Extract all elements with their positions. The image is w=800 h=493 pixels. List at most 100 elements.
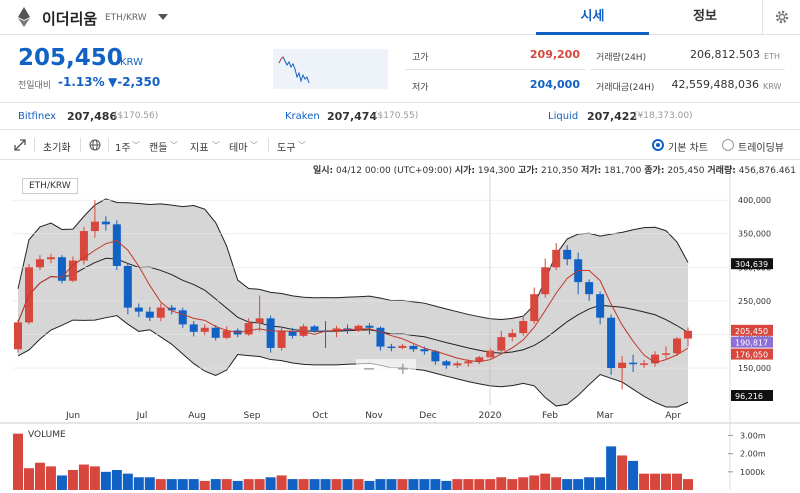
volume-bar (573, 479, 584, 490)
candle-body (178, 310, 187, 325)
candle-body (123, 265, 132, 308)
zoom-out-icon[interactable]: − (362, 359, 375, 378)
candle-body (101, 221, 110, 225)
candle-body (244, 323, 253, 335)
candle-body (541, 267, 550, 295)
exchange-usd: ($170.56) (114, 111, 159, 121)
volume-tick-label: 1000k (740, 468, 765, 477)
globe-icon[interactable] (89, 139, 101, 151)
zoom-in-icon[interactable]: + (396, 359, 409, 378)
theme-select[interactable]: 테마 (229, 139, 247, 154)
period-select[interactable]: 1주 (115, 139, 131, 154)
tab-quote[interactable]: 시세 (536, 0, 649, 35)
volume-bar (375, 479, 386, 490)
top-bar: 이더리움 ETH/KRW 시세 정보 (0, 0, 800, 35)
volume-bar (540, 473, 551, 490)
candle-body (189, 324, 198, 332)
candle-body (14, 322, 22, 350)
candle-body (277, 331, 286, 348)
candle-body (35, 259, 44, 268)
candle-body (431, 351, 440, 362)
volume-bar (463, 479, 474, 490)
reset-button[interactable]: 초기화 (43, 139, 71, 154)
volume-bar (650, 473, 661, 490)
amount-value: 42,559,488,036 (671, 78, 759, 91)
volume-bar (562, 479, 573, 490)
volume-bar (342, 479, 353, 490)
settings-button[interactable] (762, 0, 800, 35)
indicator-select[interactable]: 지표 (190, 139, 208, 154)
exchange-name[interactable]: Liquid (548, 111, 578, 122)
exchange-price: 207,422 (587, 110, 638, 123)
candle-body (46, 257, 55, 260)
coin-name[interactable]: 이더리움 (42, 8, 97, 29)
exchange-price: 207,486 (67, 110, 118, 123)
y-tick-label: 250,000 (738, 297, 771, 306)
volume-bar (672, 473, 683, 490)
change-percent: -1.13% (58, 75, 105, 89)
tradingview-radio[interactable] (722, 139, 734, 151)
expand-icon[interactable] (14, 139, 26, 151)
volume-bar (67, 470, 78, 490)
volume-bar (155, 479, 166, 490)
price-chart[interactable]: 400,000350,000300,000250,000200,000150,0… (0, 160, 800, 493)
toolbar-divider (268, 138, 269, 152)
volume-bar (331, 479, 342, 490)
candle-body (673, 338, 682, 354)
candle-body (453, 363, 462, 366)
volume-bar (276, 475, 287, 490)
x-tick-label: Oct (312, 411, 328, 421)
price-tag-label: 205,450 (735, 327, 768, 336)
chart-type-select[interactable]: 캔들 (149, 139, 167, 154)
volume-bar (683, 479, 693, 490)
x-tick-label: Jul (136, 411, 148, 421)
zoom-control[interactable]: − + (356, 359, 416, 379)
volume-bar (13, 433, 23, 490)
candle-body (464, 361, 473, 364)
volume-bar (188, 479, 199, 490)
candle-body (420, 349, 429, 352)
price-unit: KRW (120, 57, 143, 68)
high-value: 209,200 (529, 48, 580, 61)
price-tag-label: 304,639 (735, 260, 768, 269)
exchange-name[interactable]: Kraken (285, 111, 320, 122)
price-tag-label: 176,050 (735, 351, 768, 360)
y-tick-label: 350,000 (738, 230, 771, 239)
tradingview-label[interactable]: 트레이딩뷰 (738, 139, 784, 154)
chevron-down-icon: ﹀ (132, 141, 140, 150)
volume-bar (518, 477, 529, 490)
tab-info[interactable]: 정보 (649, 0, 761, 35)
candle-body (662, 353, 671, 355)
candle-body (497, 337, 506, 351)
candle-body (222, 330, 231, 338)
volume-bar (265, 477, 276, 490)
volume-bar (254, 479, 265, 490)
volume-bar (199, 480, 210, 490)
tools-select[interactable]: 도구 (277, 139, 295, 154)
basic-chart-radio[interactable] (652, 139, 664, 151)
y-tick-label: 150,000 (738, 364, 771, 373)
candle-body (200, 327, 209, 332)
volume-bar (485, 479, 496, 490)
volume-bar (584, 477, 595, 490)
price-tag-label: 96,216 (735, 392, 763, 401)
coin-pair[interactable]: ETH/KRW (105, 13, 147, 23)
volume-bar (397, 479, 408, 490)
volume-bar (45, 466, 56, 490)
current-price: 205,450 (18, 45, 123, 71)
volume-bar (507, 479, 518, 490)
volume-bar (56, 475, 67, 490)
price-summary: 205,450 KRW 전일대비 -1.13% ▼-2,350 고가 209,2… (0, 35, 800, 103)
chevron-down-icon: ﹀ (298, 141, 306, 150)
exchange-name[interactable]: Bitfinex (18, 111, 56, 122)
volume-bar (595, 477, 606, 490)
candle-body (640, 363, 649, 365)
x-tick-label: Nov (365, 411, 383, 421)
volume-bar (320, 479, 331, 490)
change-amount: ▼-2,350 (108, 75, 161, 89)
basic-chart-label[interactable]: 기본 차트 (668, 139, 708, 154)
candle-body (145, 311, 154, 318)
chevron-down-icon[interactable] (158, 14, 168, 20)
exchange-prices: Bitfinex 207,486 ($170.56) Kraken 207,47… (0, 103, 800, 130)
low-label: 저가 (412, 83, 429, 93)
